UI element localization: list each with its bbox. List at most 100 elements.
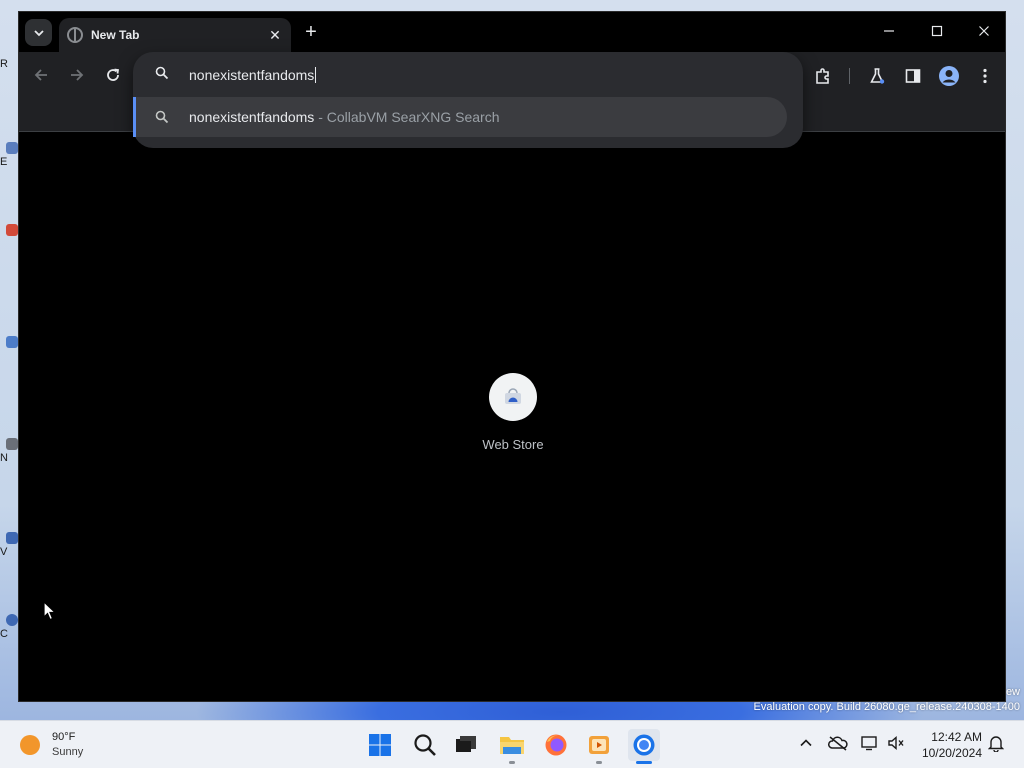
weather-text: 90°F Sunny [52, 730, 83, 760]
taskbar: 90°F Sunny 12:42 AM 10/20/2024 [0, 720, 1024, 768]
task-view-button[interactable] [450, 729, 482, 761]
suggestion-selection-indicator [133, 97, 136, 137]
network-icon [861, 736, 877, 751]
web-store-icon [505, 388, 521, 404]
text-caret [315, 67, 317, 83]
file-explorer-button[interactable] [496, 729, 528, 761]
omnibox-suggestion[interactable]: nonexistentfandoms - CollabVM SearXNG Se… [133, 97, 787, 137]
forward-button[interactable] [66, 64, 88, 86]
reload-icon [107, 68, 120, 81]
sun-icon [20, 735, 40, 755]
clock-time: 12:42 AM [931, 730, 982, 744]
onedrive-button[interactable] [828, 733, 848, 753]
close-window-button[interactable] [969, 20, 999, 42]
tab-title: New Tab [91, 28, 140, 42]
media-player-button[interactable] [583, 729, 615, 761]
chevron-down-icon [33, 29, 44, 36]
extensions-button[interactable] [811, 64, 835, 88]
running-indicator [596, 761, 602, 764]
desktop-icon[interactable]: R [0, 58, 18, 98]
start-button[interactable] [364, 729, 396, 761]
active-indicator [636, 761, 652, 764]
browser-window: New Tab ✕ + nonexistentfandoms nonexiste… [18, 11, 1006, 702]
show-hidden-icons-button[interactable] [796, 733, 816, 753]
omnibox-text: nonexistentfandoms [189, 67, 315, 83]
profile-button[interactable] [937, 64, 961, 88]
volume-icon [888, 735, 904, 751]
desktop-item-icon [6, 532, 18, 544]
suggestion-query: nonexistentfandoms [189, 109, 315, 125]
running-indicator [509, 761, 515, 764]
desktop-item-icon [6, 336, 18, 348]
chevron-up-icon [800, 739, 812, 747]
search-icon [414, 734, 436, 756]
chrome-button[interactable] [628, 729, 660, 761]
minimize-button[interactable] [874, 20, 904, 42]
desktop-icon[interactable]: C [0, 612, 18, 652]
omnibox[interactable]: nonexistentfandoms [133, 52, 803, 96]
firefox-icon [545, 734, 567, 756]
toolbar-separator [849, 68, 850, 84]
desktop-item-icon [6, 614, 18, 626]
back-button[interactable] [30, 64, 52, 86]
search-icon [155, 110, 169, 124]
reload-button[interactable] [102, 64, 124, 86]
more-vertical-icon [983, 68, 987, 84]
firefox-button[interactable] [540, 729, 572, 761]
search-icon [155, 66, 169, 80]
maximize-button[interactable] [922, 20, 952, 42]
notification-bell-icon [988, 736, 1004, 752]
taskbar-search-button[interactable] [409, 729, 441, 761]
side-panel-button[interactable] [901, 64, 925, 88]
shortcut-label: Web Store [482, 437, 544, 452]
taskbar-clock[interactable]: 12:42 AM 10/20/2024 [916, 729, 982, 761]
mouse-cursor-icon [43, 601, 57, 621]
omnibox-dropdown: nonexistentfandoms nonexistentfandoms - … [133, 52, 803, 148]
weather-temperature: 90°F [52, 731, 76, 743]
chrome-icon [633, 734, 655, 756]
tab-search-button[interactable] [25, 19, 52, 46]
desktop-icon[interactable]: N [0, 436, 18, 476]
weather-widget[interactable]: 90°F Sunny [20, 730, 83, 760]
onedrive-icon [828, 736, 848, 751]
maximize-icon [931, 25, 943, 37]
menu-button[interactable] [973, 64, 997, 88]
shortcut-web-store[interactable]: Web Store [469, 373, 557, 452]
tab-new-tab[interactable]: New Tab ✕ [59, 18, 291, 52]
tab-close-icon[interactable]: ✕ [267, 27, 283, 44]
suggestion-separator: - [314, 109, 327, 125]
puzzle-icon [816, 68, 829, 84]
task-view-icon [456, 736, 476, 752]
desktop-item-icon [6, 224, 18, 236]
avatar-icon [939, 66, 959, 86]
volume-button[interactable] [886, 733, 906, 753]
evaluation-watermark: Evaluation copy. Build 26080.ge_release.… [753, 701, 1020, 713]
minimize-icon [884, 30, 894, 32]
desktop-item-icon [6, 438, 18, 450]
flask-icon [870, 68, 885, 84]
file-explorer-icon [500, 737, 524, 754]
clock-date: 10/20/2024 [921, 746, 982, 760]
arrow-left-icon [34, 69, 47, 81]
media-player-icon [589, 736, 609, 754]
arrow-right-icon [71, 69, 84, 81]
desktop-icon[interactable] [0, 222, 18, 262]
notifications-button[interactable] [986, 733, 1006, 753]
side-panel-icon [905, 69, 921, 83]
omnibox-input[interactable]: nonexistentfandoms [189, 65, 769, 85]
labs-button[interactable] [865, 64, 889, 88]
network-button[interactable] [860, 733, 880, 753]
close-icon [979, 26, 989, 36]
desktop-icon[interactable]: V [0, 530, 18, 570]
desktop-icon[interactable]: E [0, 140, 18, 180]
watermark-line: ew [1005, 686, 1020, 698]
weather-condition: Sunny [52, 746, 84, 758]
suggestion-text: nonexistentfandoms - CollabVM SearXNG Se… [189, 109, 500, 125]
globe-icon [67, 27, 83, 43]
desktop-item-icon [6, 142, 18, 154]
start-icon [369, 734, 391, 756]
suggestion-engine: CollabVM SearXNG Search [326, 109, 500, 125]
desktop-icon[interactable] [0, 334, 18, 374]
new-tab-button[interactable]: + [299, 21, 323, 45]
shortcut-tile [489, 373, 537, 421]
